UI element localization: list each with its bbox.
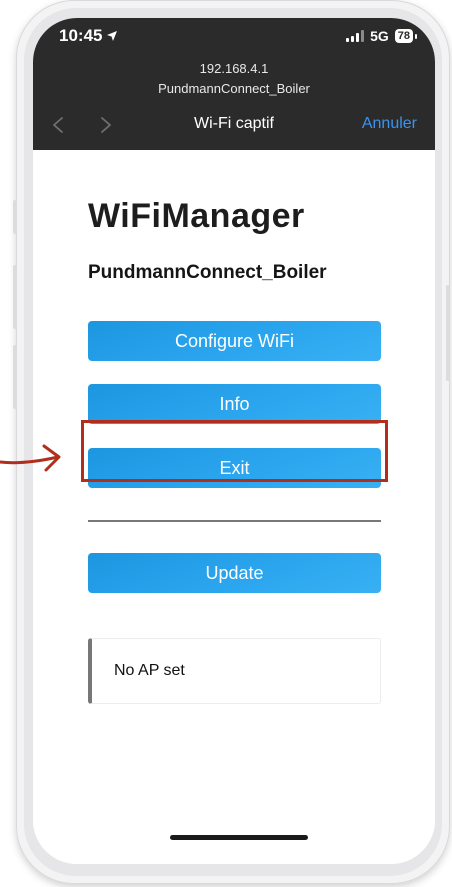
info-button[interactable]: Info [88, 384, 381, 424]
home-indicator[interactable] [170, 835, 308, 840]
device-name-heading: PundmannConnect_Boiler [88, 262, 327, 283]
exit-button[interactable]: Exit [88, 448, 381, 488]
portal-page-title: PundmannConnect_Boiler [158, 81, 310, 96]
portal-url-host: 192.168.4.1 [199, 61, 269, 76]
side-button-power [446, 285, 450, 381]
screenshot: 10:45 5G 78 192.168.4.1 PundmannConnect_… [0, 0, 452, 887]
cancel-button[interactable]: Annuler [362, 115, 417, 133]
side-button-volume-down [13, 345, 17, 409]
configure-wifi-button[interactable]: Configure WiFi [88, 321, 381, 361]
captive-portal-header: 10:45 5G 78 192.168.4.1 PundmannConnect_… [33, 18, 435, 150]
side-button-volume-up [13, 265, 17, 329]
wifimanager-page: WiFiManager PundmannConnect_Boiler Confi… [33, 150, 435, 864]
status-message-text: No AP set [114, 662, 185, 679]
status-time-text: 10:45 [59, 26, 103, 45]
update-button[interactable]: Update [88, 553, 381, 593]
section-divider [88, 520, 381, 522]
battery-icon: 78 [394, 29, 418, 43]
page-title: WiFiManager [88, 197, 305, 235]
status-bar-indicators: 5G 78 [346, 28, 418, 44]
network-type-label: 5G [370, 28, 389, 44]
status-bar-clock: 10:45 [59, 26, 118, 46]
phone-screen: 10:45 5G 78 192.168.4.1 PundmannConnect_… [33, 18, 435, 864]
side-button-silent [13, 200, 17, 234]
location-arrow-icon [107, 31, 118, 41]
status-message-box: No AP set [88, 638, 381, 704]
signal-bars-icon [346, 30, 365, 42]
